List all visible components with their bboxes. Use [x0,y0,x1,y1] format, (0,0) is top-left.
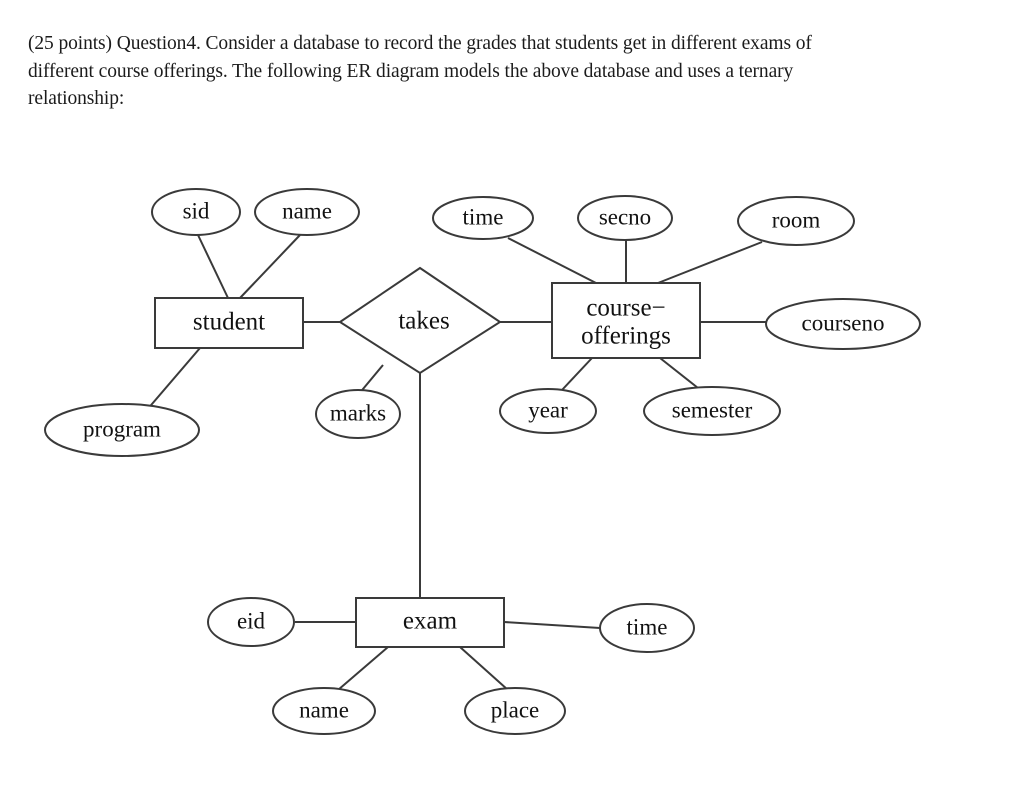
attribute-courseno[interactable]: courseno [765,298,921,350]
attribute-label: sid [183,198,210,223]
entity-student[interactable]: student [154,297,304,349]
attribute-label: time [463,204,504,229]
entity-exam[interactable]: exam [355,597,505,648]
attribute-student-name[interactable]: name [254,188,360,236]
entity-label: exam [403,608,458,635]
attribute-eid[interactable]: eid [207,597,295,647]
relationship-takes[interactable]: takes [338,266,502,375]
attribute-label: eid [237,608,266,633]
attribute-course-offerings-time[interactable]: time [432,196,534,240]
attribute-program[interactable]: program [44,403,200,457]
attribute-sid[interactable]: sid [151,188,241,236]
relationship-label: takes [398,308,449,335]
attribute-label: place [491,697,540,722]
attribute-label: year [528,397,568,422]
attribute-label: semester [672,397,753,422]
attribute-year[interactable]: year [499,388,597,434]
edge-courseoffer-semester [659,357,699,389]
entity-label: student [193,309,265,336]
question-prompt: (25 points) Question4. Consider a databa… [28,30,818,113]
attribute-label: courseno [801,310,884,335]
attribute-semester[interactable]: semester [643,386,781,436]
edge-exam-examname [337,646,389,691]
attribute-label: secno [599,204,651,229]
er-diagram: sid name program marks time secno room c… [0,150,1024,770]
attribute-secno[interactable]: secno [577,195,673,241]
edge-room-courseoffer [657,241,763,284]
entity-course-offerings[interactable]: course− offerings [551,282,701,359]
edge-name-student [239,234,301,299]
attribute-exam-name[interactable]: name [272,687,376,735]
entity-label-line1: course− [586,295,665,322]
edge-courseoffer-year [561,357,593,391]
entity-label-line2: offerings [581,323,671,350]
attribute-label: marks [330,400,386,425]
attribute-label: program [83,416,161,441]
attribute-marks[interactable]: marks [315,389,401,439]
edge-exam-examtime [503,621,601,629]
edge-sid-student [197,234,229,299]
attribute-label: name [282,198,332,223]
attribute-room[interactable]: room [737,196,855,246]
attribute-exam-time[interactable]: time [599,603,695,653]
edge-exam-place [459,646,509,691]
edge-cotime-courseoffer [507,237,597,284]
attribute-place[interactable]: place [464,687,566,735]
attribute-label: name [299,697,349,722]
attribute-label: time [627,614,668,639]
attribute-label: room [772,207,821,232]
question-prompt-text: (25 points) Question4. Consider a databa… [28,33,812,110]
